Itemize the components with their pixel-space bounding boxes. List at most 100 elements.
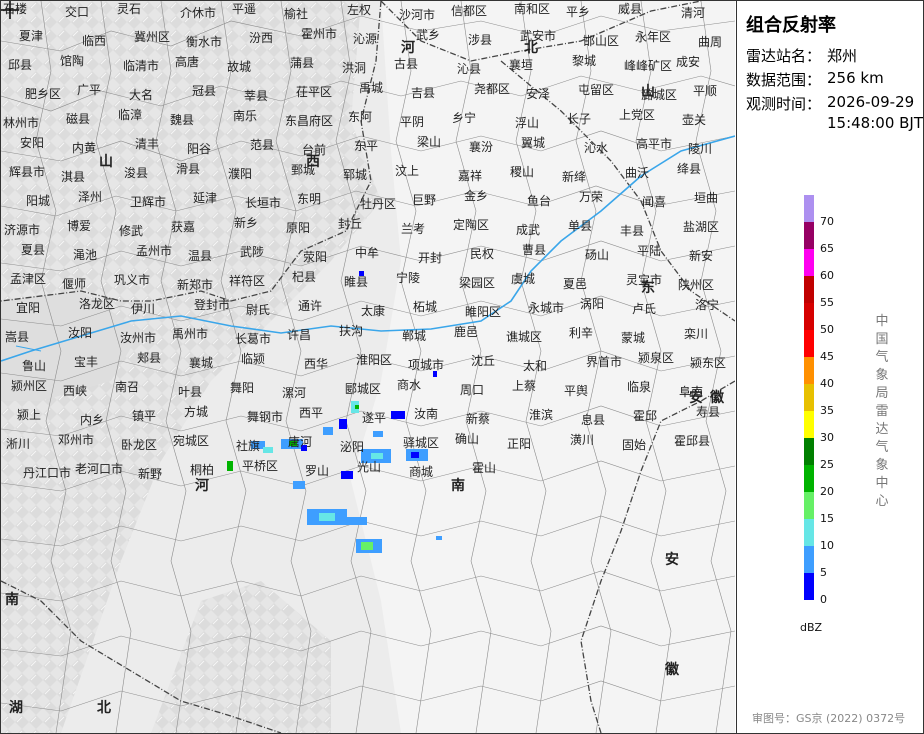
city-label: 鲁山 — [22, 359, 47, 373]
city-label: 鹿邑 — [454, 325, 479, 339]
city-label: 睢阳区 — [465, 305, 502, 319]
city-label: 黎城 — [572, 54, 597, 68]
province-label: 安 — [665, 552, 679, 568]
city-label: 馆陶 — [60, 54, 85, 68]
city-label: 襄汾 — [469, 140, 494, 154]
province-label: 徽 — [710, 390, 724, 406]
province-label: 徽 — [665, 662, 679, 678]
range-label: 数据范围： — [746, 71, 822, 89]
city-label: 兰考 — [401, 222, 426, 236]
city-label: 杞县 — [292, 270, 317, 284]
city-label: 牡丹区 — [360, 197, 397, 211]
city-label: 左权 — [347, 3, 372, 17]
province-label: 南 — [5, 592, 19, 608]
city-label: 太康 — [361, 304, 386, 318]
city-label: 邓州市 — [58, 433, 95, 447]
city-label: 沁水 — [584, 141, 609, 155]
city-label: 沈丘 — [471, 354, 496, 368]
city-label: 涡阳 — [580, 297, 605, 311]
legend-swatch — [804, 195, 814, 222]
city-label: 镇平 — [132, 409, 157, 423]
city-label: 嘉祥 — [458, 169, 483, 183]
city-label: 陕州区 — [678, 278, 715, 292]
legend-tick-label: 50 — [820, 323, 834, 336]
city-label: 鱼台 — [527, 194, 552, 208]
city-label: 威县 — [618, 2, 643, 16]
city-label: 长垣市 — [245, 196, 282, 210]
city-label: 峰峰矿区 — [624, 59, 673, 73]
city-label: 茌平区 — [296, 85, 333, 99]
city-label: 洪洞 — [342, 61, 367, 75]
city-label: 卧龙区 — [121, 438, 158, 452]
city-label: 泌阳 — [340, 440, 365, 454]
legend-swatch — [804, 465, 814, 492]
city-label: 老河口市 — [75, 462, 124, 476]
city-label: 平遥 — [232, 2, 257, 16]
city-label: 霍邱县 — [674, 434, 711, 448]
city-label: 襄城 — [189, 356, 214, 370]
city-label: 故城 — [227, 60, 252, 74]
city-label: 乡宁 — [452, 111, 477, 125]
city-label: 新乡 — [234, 216, 259, 230]
city-label: 壶关 — [682, 113, 707, 127]
city-label: 浮山 — [515, 116, 540, 130]
city-label: 社旗 — [236, 439, 261, 453]
city-label: 霍邱 — [633, 409, 658, 423]
legend-swatch — [804, 276, 814, 303]
city-label: 民权 — [470, 247, 495, 261]
city-label: 舞钢市 — [247, 410, 284, 424]
city-label: 洛宁 — [695, 298, 720, 312]
city-label: 介休市 — [180, 6, 217, 20]
city-label: 平桥区 — [242, 459, 279, 473]
radar-map[interactable]: 山 西 河 北 山 东 安 徽 安 徽 河 南 湖 北 南 石楼 交口 灵石 介休市平… — [1, 1, 735, 733]
city-label: 平舆 — [564, 384, 589, 398]
city-label: 新安 — [689, 249, 714, 263]
city-label: 界首市 — [586, 355, 623, 369]
city-label: 漯河 — [282, 386, 307, 400]
province-label: 北 — [97, 700, 111, 716]
city-label: 蒙城 — [621, 331, 646, 345]
legend-tick-label: 25 — [820, 458, 834, 471]
city-label: 尉氏 — [246, 303, 271, 317]
city-label: 郏县 — [137, 351, 162, 365]
city-label: 商城 — [409, 465, 434, 479]
city-label: 叶县 — [178, 385, 203, 399]
city-label: 曲沃 — [625, 166, 650, 180]
city-label: 获嘉 — [171, 220, 196, 234]
city-label: 卢氏 — [632, 302, 657, 316]
city-label: 遂平 — [362, 411, 387, 425]
city-label: 固始 — [622, 438, 647, 452]
city-label: 东平 — [354, 139, 379, 153]
city-label: 光山 — [357, 460, 382, 474]
legend-tick-label: 30 — [820, 431, 834, 444]
city-label: 肥乡区 — [25, 87, 62, 101]
city-label: 宝丰 — [74, 355, 99, 369]
city-label: 息县 — [581, 413, 606, 427]
product-info-panel: 组合反射率 雷达站名： 郑州 数据范围： 256 km 观测时间： 2026-0… — [736, 1, 923, 733]
city-label: 新绛 — [562, 170, 587, 184]
city-label: 武安市 — [520, 29, 557, 43]
city-label: 长子 — [567, 112, 592, 126]
legend-tick-label: 60 — [820, 269, 834, 282]
city-label: 莘县 — [244, 89, 269, 103]
city-label: 成武 — [516, 223, 541, 237]
city-label: 台前 — [302, 143, 327, 157]
city-label: 延津 — [193, 191, 218, 205]
city-label: 泽州 — [78, 190, 103, 204]
legend-swatch — [804, 303, 814, 330]
city-label: 平顺 — [693, 84, 718, 98]
city-label: 禹州市 — [172, 327, 209, 341]
city-label: 沁县 — [457, 62, 482, 76]
city-label: 平乡 — [566, 5, 591, 19]
city-label: 寿县 — [696, 405, 721, 419]
city-label: 石楼 — [3, 2, 28, 16]
city-label: 颍州区 — [11, 379, 48, 393]
city-label: 沙河市 — [399, 8, 436, 22]
city-label: 襄垣 — [509, 58, 534, 72]
city-label: 内乡 — [80, 413, 105, 427]
city-label: 内黄 — [72, 141, 97, 155]
city-label: 大名 — [129, 88, 154, 102]
city-label: 巨野 — [412, 193, 437, 207]
city-label: 平阴 — [400, 115, 425, 129]
city-label: 原阳 — [286, 221, 311, 235]
